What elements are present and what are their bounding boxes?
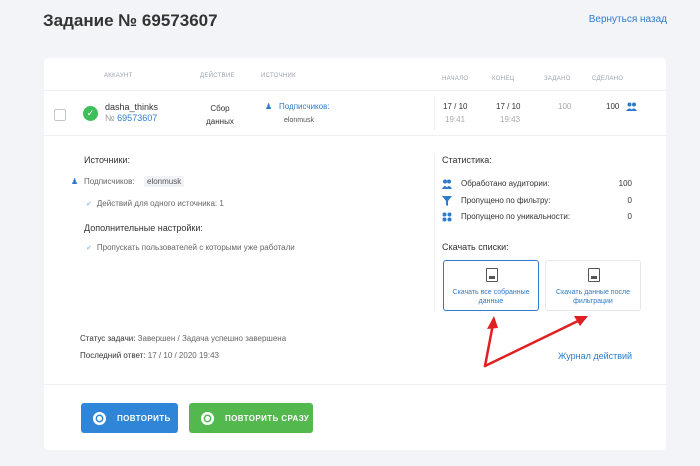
stat-label: Пропущено по фильтру: xyxy=(461,196,551,205)
done-count: 100 xyxy=(606,102,620,111)
repeat-now-label: ПОВТОРИТЬ СРАЗУ xyxy=(225,414,310,423)
col-account: АККАУНТ xyxy=(104,73,133,79)
user-icon: ♟ xyxy=(71,177,79,186)
stats-divider xyxy=(434,154,435,312)
back-link[interactable]: Вернуться назад xyxy=(589,14,667,25)
grid-icon xyxy=(442,212,452,222)
col-start: НАЧАЛО xyxy=(442,76,469,82)
start-time: 19:41 xyxy=(445,115,466,124)
col-done: СДЕЛАНО xyxy=(592,76,624,82)
col-assigned: ЗАДАНО xyxy=(544,76,571,82)
stat-value: 0 xyxy=(627,196,632,205)
page-title: Задание № 69573607 xyxy=(43,11,218,30)
refresh-icon xyxy=(93,412,106,425)
column-divider xyxy=(434,96,435,130)
document-icon xyxy=(588,268,600,282)
people-icon xyxy=(442,179,452,189)
stat-label: Пропущено по уникальности: xyxy=(461,212,571,221)
col-action: ДЕЙСТВИЕ xyxy=(200,73,235,79)
sources-title: Источники: xyxy=(84,155,130,165)
check-circle-icon: ✓ xyxy=(83,106,98,121)
download-all-button[interactable]: Скачать все собранные данные xyxy=(443,260,539,311)
task-status: Статус задачи: Завершен / Задача успешно… xyxy=(80,334,286,343)
source-value: elonmusk xyxy=(284,117,314,124)
check-icon: ✔ xyxy=(86,201,92,208)
skip-users-setting: ✔ Пропускать пользователей с которыми уже… xyxy=(86,243,295,252)
repeat-label: ПОВТОРИТЬ xyxy=(117,414,171,423)
row-checkbox[interactable] xyxy=(54,109,66,121)
last-response-label: Последний ответ: xyxy=(80,351,146,360)
action-cell: Сбор данных xyxy=(200,102,240,128)
repeat-button[interactable]: ПОВТОРИТЬ xyxy=(81,403,178,433)
end-date: 17 / 10 xyxy=(496,102,521,111)
account-id-value: 69573607 xyxy=(117,113,158,123)
last-response: Последний ответ: 17 / 10 / 2020 19:43 xyxy=(80,351,219,360)
task-card: АККАУНТ ДЕЙСТВИЕ ИСТОЧНИК НАЧАЛО КОНЕЦ З… xyxy=(44,58,666,450)
end-time: 19:43 xyxy=(500,115,521,124)
document-icon xyxy=(486,268,498,282)
details-source-label[interactable]: Подписчиков: xyxy=(84,177,135,186)
source-label[interactable]: Подписчиков: xyxy=(279,102,330,111)
col-source: ИСТОЧНИК xyxy=(261,73,296,79)
status-label: Статус задачи: xyxy=(80,334,136,343)
status-value: Завершен / Задача успешно завершена xyxy=(137,334,287,343)
stat-label: Обработано аудитории: xyxy=(461,179,550,188)
stat-value: 100 xyxy=(618,179,632,188)
action-line-2: данных xyxy=(206,117,234,126)
details-source-tag: elonmusk xyxy=(144,176,185,187)
user-icon: ♟ xyxy=(265,102,273,111)
footer-divider xyxy=(44,384,666,385)
download-filtered-button[interactable]: Скачать данные после фильтрации xyxy=(545,260,641,311)
people-icon xyxy=(626,102,637,111)
account-id[interactable]: № 69573607 xyxy=(105,113,157,123)
header-divider xyxy=(44,90,666,91)
start-date: 17 / 10 xyxy=(443,102,468,111)
skip-users-label: Пропускать пользователей с которыми уже … xyxy=(96,243,295,252)
row-divider xyxy=(44,135,666,136)
download-title: Скачать списки: xyxy=(442,242,509,252)
per-source-label: Действий для одного источника: 1 xyxy=(96,199,224,208)
assigned-count: 100 xyxy=(558,102,572,111)
last-response-value: 17 / 10 / 2020 19:43 xyxy=(147,351,219,360)
download-all-label: Скачать все собранные данные xyxy=(452,289,530,305)
extra-settings-title: Дополнительные настройки: xyxy=(84,223,203,233)
action-log-link[interactable]: Журнал действий xyxy=(558,351,632,361)
per-source-setting: ✔ Действий для одного источника: 1 xyxy=(86,199,224,208)
refresh-icon xyxy=(201,412,214,425)
stats-title: Статистика: xyxy=(442,155,492,165)
repeat-now-button[interactable]: ПОВТОРИТЬ СРАЗУ xyxy=(189,403,313,433)
action-line-1: Сбор xyxy=(210,104,230,113)
check-icon: ✔ xyxy=(86,245,92,252)
filter-icon xyxy=(442,196,452,206)
account-id-prefix: № xyxy=(105,113,115,123)
download-filtered-label: Скачать данные после фильтрации xyxy=(556,289,630,305)
col-end: КОНЕЦ xyxy=(492,76,515,82)
stat-value: 0 xyxy=(627,212,632,221)
account-name[interactable]: dasha_thinks xyxy=(105,102,158,112)
